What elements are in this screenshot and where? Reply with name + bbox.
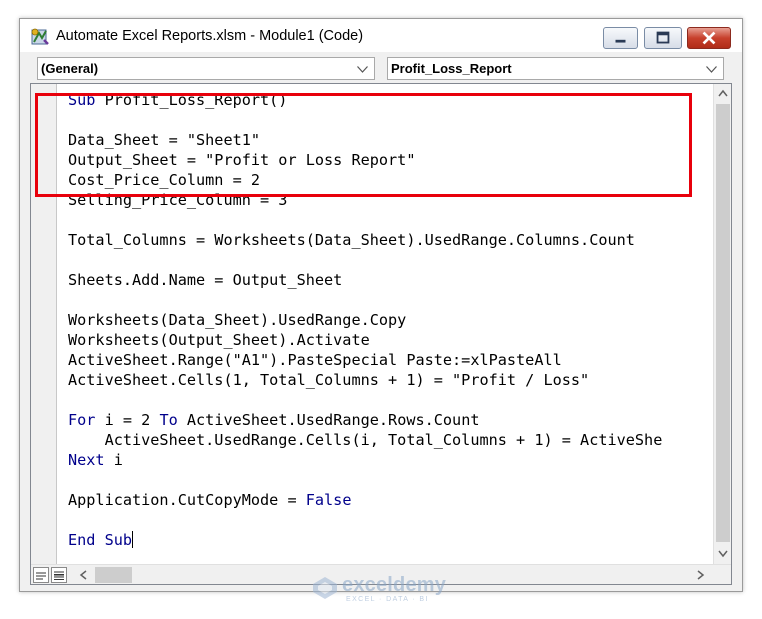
title-bar[interactable]: Automate Excel Reports.xlsm - Module1 (C… (20, 19, 742, 52)
vertical-scrollbar[interactable] (713, 84, 731, 564)
code-keyword: Next (68, 451, 105, 469)
code-line[interactable]: Worksheets(Output_Sheet).Activate (68, 330, 662, 350)
vba-module-icon (31, 28, 49, 45)
code-text: Output_Sheet = "Profit or Loss Report" (68, 151, 416, 169)
exceldemy-watermark: exceldemy EXCEL · DATA · BI (310, 572, 460, 606)
full-module-view-icon (54, 571, 64, 580)
margin-indicator-bar[interactable] (31, 84, 57, 564)
code-line[interactable]: ActiveSheet.UsedRange.Cells(i, Total_Col… (68, 430, 663, 450)
code-line[interactable] (68, 390, 662, 410)
code-line[interactable]: Worksheets(Data_Sheet).UsedRange.Copy (68, 310, 662, 330)
minimize-button[interactable] (603, 27, 638, 49)
window-title: Automate Excel Reports.xlsm - Module1 (C… (56, 28, 364, 44)
code-keyword: For (68, 411, 96, 429)
watermark-name: exceldemy (342, 574, 447, 596)
code-line[interactable]: ActiveSheet.Range("A1").PasteSpecial Pas… (68, 350, 662, 370)
code-line[interactable]: Output_Sheet = "Profit or Loss Report" (68, 150, 662, 170)
procedure-dropdown-value: Profit_Loss_Report (391, 61, 512, 76)
maximize-button[interactable] (644, 27, 682, 49)
scroll-right-icon[interactable] (697, 570, 705, 580)
code-text-area[interactable]: Sub Profit_Loss_Report() Data_Sheet = "Sh… (58, 84, 713, 564)
scroll-left-icon[interactable] (79, 570, 87, 580)
code-line[interactable]: Selling_Price_Column = 3 (68, 190, 662, 210)
code-keyword: Sub (68, 91, 96, 109)
code-line[interactable] (68, 110, 662, 130)
chevron-down-icon (706, 66, 717, 73)
text-cursor (132, 531, 134, 548)
code-keyword: To (159, 411, 178, 429)
code-text: i (104, 451, 123, 469)
code-text: ActiveSheet.Range("A1").PasteSpecial Pas… (68, 351, 562, 369)
code-line[interactable]: Cost_Price_Column = 2 (68, 170, 662, 190)
code-line[interactable] (68, 250, 662, 270)
scroll-down-icon[interactable] (718, 550, 728, 558)
code-text: Profit_Loss_Report() (95, 91, 288, 109)
close-button[interactable] (687, 27, 731, 49)
procedure-dropdown[interactable]: Profit_Loss_Report (387, 57, 724, 80)
code-line[interactable]: End Sub (68, 530, 662, 550)
code-keyword: End Sub (68, 531, 133, 549)
code-line[interactable] (68, 210, 662, 230)
code-text: Data_Sheet = "Sheet1" (68, 131, 261, 149)
code-editor[interactable]: Sub Profit_Loss_Report() Data_Sheet = "Sh… (30, 83, 732, 585)
watermark-tagline: EXCEL · DATA · BI (346, 596, 429, 603)
full-module-view-button[interactable] (51, 567, 67, 583)
code-line[interactable]: For i = 2 To ActiveSheet.UsedRange.Rows.… (68, 410, 662, 430)
code-line[interactable]: Sheets.Add.Name = Output_Sheet (68, 270, 662, 290)
code-line[interactable]: ActiveSheet.Cells(1, Total_Columns + 1) … (68, 370, 662, 390)
code-line[interactable] (68, 470, 662, 490)
code-text: Worksheets(Data_Sheet).UsedRange.Copy (68, 311, 407, 329)
vertical-scroll-thumb[interactable] (716, 104, 730, 542)
procedure-view-icon (36, 572, 46, 580)
code-text: Sheets.Add.Name = Output_Sheet (68, 271, 343, 289)
code-text: i = 2 (95, 411, 160, 429)
object-dropdown[interactable]: (General) (37, 57, 375, 80)
code-line[interactable] (68, 510, 662, 530)
code-text: Worksheets(Output_Sheet).Activate (68, 331, 370, 349)
code-line[interactable]: Sub Profit_Loss_Report() (68, 90, 662, 110)
code-text: Selling_Price_Column = 3 (68, 191, 288, 209)
code-line[interactable]: Application.CutCopyMode = False (68, 490, 662, 510)
code-text: Total_Columns = Worksheets(Data_Sheet).U… (68, 231, 635, 249)
code-text: ActiveSheet.Cells(1, Total_Columns + 1) … (68, 371, 590, 389)
code-text: Cost_Price_Column = 2 (68, 171, 261, 189)
scroll-up-icon[interactable] (718, 89, 728, 97)
code-line[interactable]: Next i (68, 450, 662, 470)
procedure-view-button[interactable] (33, 567, 49, 583)
code-line[interactable] (68, 290, 662, 310)
code-text: ActiveSheet.UsedRange.Rows.Count (177, 411, 480, 429)
chevron-down-icon (357, 66, 368, 73)
code-listing[interactable]: Sub Profit_Loss_Report() Data_Sheet = "Sh… (68, 90, 662, 550)
code-text: ActiveSheet.UsedRange.Cells(i, Total_Col… (68, 431, 663, 449)
code-line[interactable]: Data_Sheet = "Sheet1" (68, 130, 662, 150)
code-keyword: False (305, 491, 352, 509)
vba-code-window: Automate Excel Reports.xlsm - Module1 (C… (19, 18, 743, 592)
code-line[interactable]: Total_Columns = Worksheets(Data_Sheet).U… (68, 230, 662, 250)
object-dropdown-value: (General) (41, 61, 99, 76)
code-text: Application.CutCopyMode = (68, 491, 306, 509)
horizontal-scroll-thumb[interactable] (95, 567, 132, 583)
exceldemy-logo-icon (313, 577, 337, 599)
